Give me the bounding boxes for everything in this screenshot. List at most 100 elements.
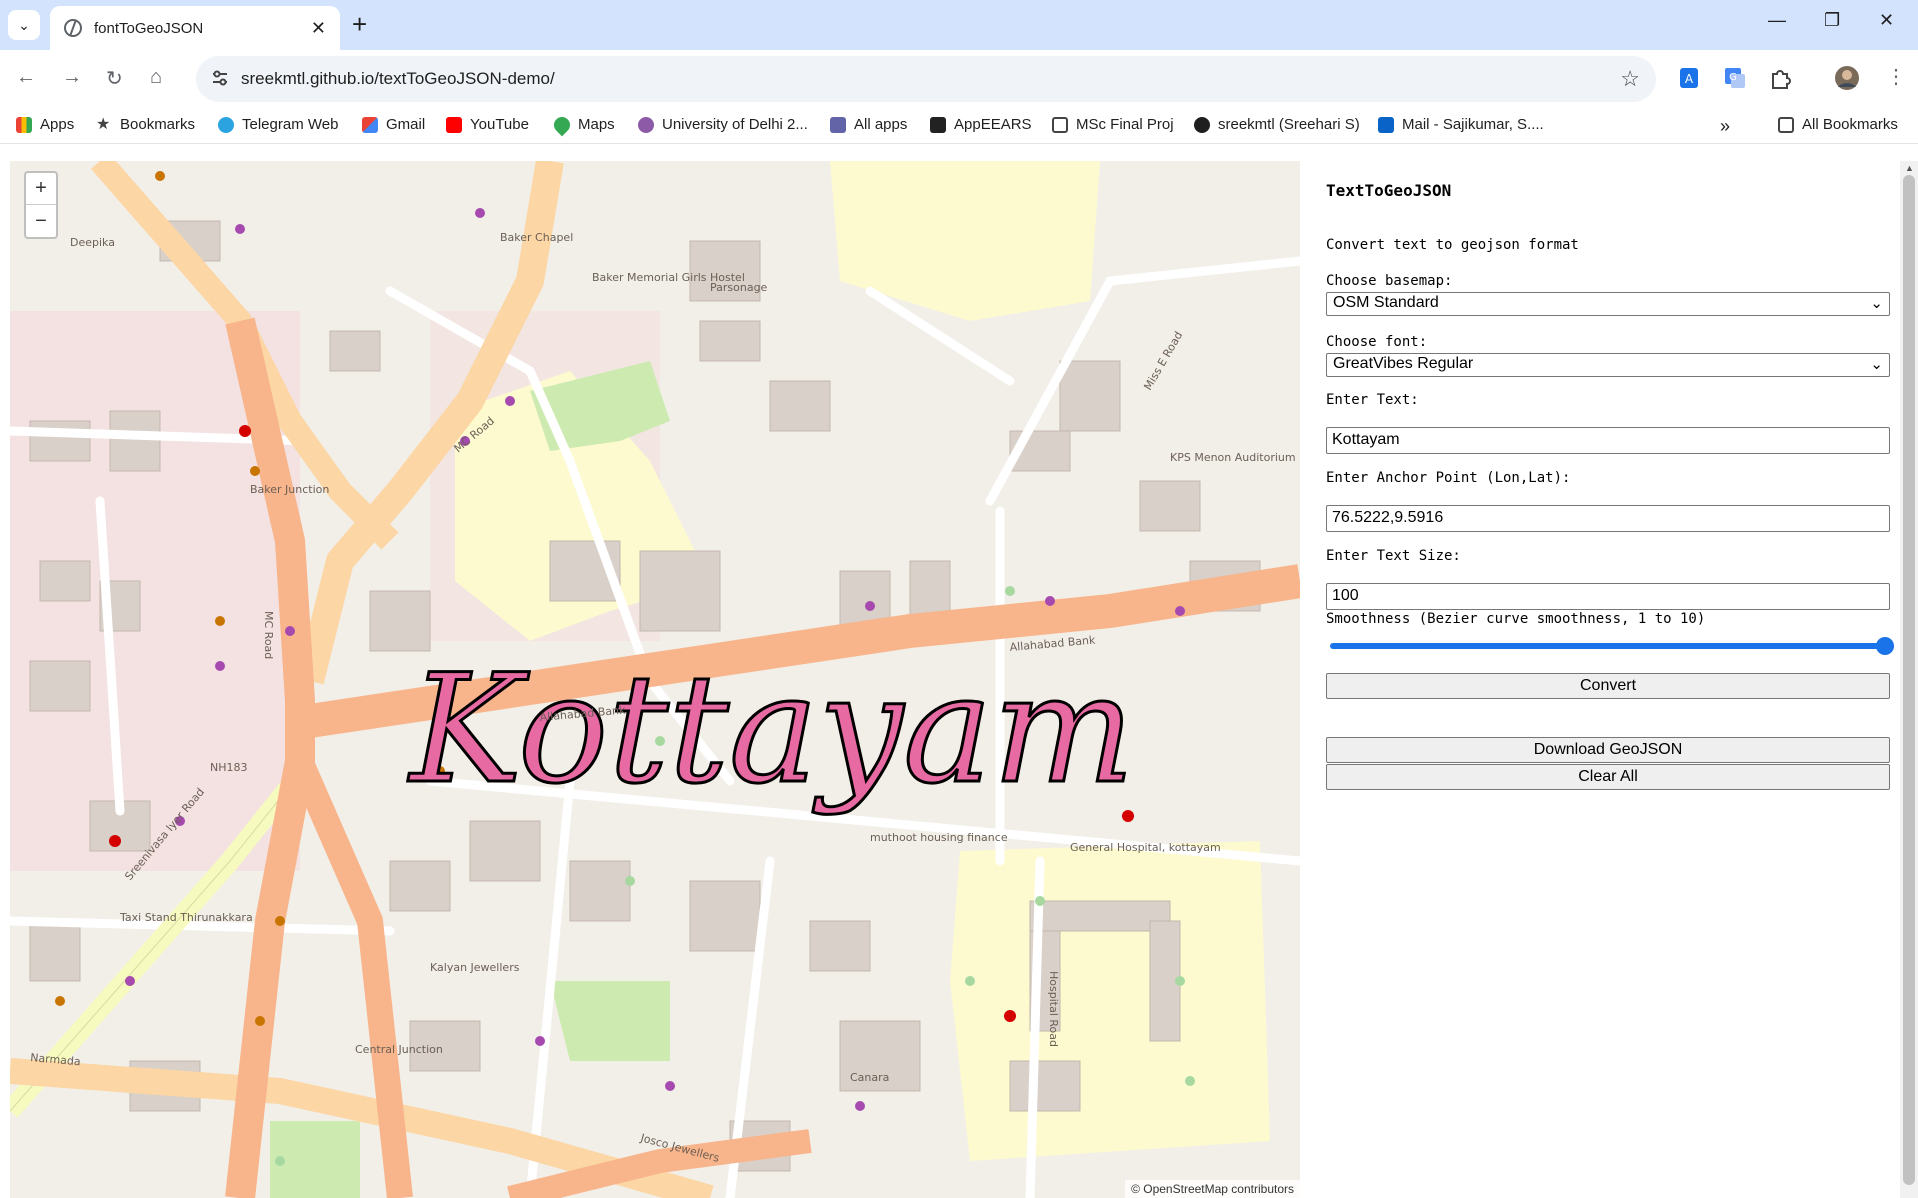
site-info-icon[interactable] bbox=[210, 68, 230, 88]
place-label: Canara bbox=[850, 1071, 889, 1084]
smoothness-label: Smoothness (Bezier curve smoothness, 1 t… bbox=[1326, 611, 1706, 627]
svg-text:G: G bbox=[1729, 72, 1737, 83]
bookmark-label: University of Delhi 2... bbox=[662, 116, 808, 133]
basemap-select[interactable]: OSM Standard ⌄ bbox=[1326, 292, 1890, 316]
bookmark-all-apps[interactable]: All apps bbox=[830, 116, 907, 133]
bookmark-star-icon[interactable]: ☆ bbox=[1620, 66, 1640, 92]
map-view[interactable]: Kottayam MC Road Allahabad Bank Allahaba… bbox=[10, 161, 1300, 1198]
size-input[interactable]: 100 bbox=[1326, 583, 1890, 610]
extension-icon[interactable]: A bbox=[1676, 65, 1702, 91]
bookmark-appeears[interactable]: AppEEARS bbox=[930, 116, 1032, 133]
anchor-input[interactable]: 76.5222,9.5916 bbox=[1326, 505, 1890, 532]
bookmark-university[interactable]: University of Delhi 2... bbox=[638, 116, 808, 133]
forward-icon[interactable]: → bbox=[62, 66, 82, 89]
bookmark-label: Apps bbox=[40, 116, 75, 133]
page-title: TextToGeoJSON bbox=[1326, 181, 1452, 200]
slider-thumb[interactable] bbox=[1876, 637, 1894, 655]
minimize-icon[interactable]: — bbox=[1768, 10, 1786, 31]
reload-icon[interactable]: ↻ bbox=[106, 66, 123, 91]
page-scrollbar[interactable]: ▲ bbox=[1900, 161, 1918, 1198]
maps-pin-icon bbox=[550, 113, 574, 136]
bookmark-label: Telegram Web bbox=[242, 116, 339, 133]
outlook-icon bbox=[1378, 116, 1394, 133]
size-label: Enter Text Size: bbox=[1326, 548, 1461, 564]
bookmark-label: AppEEARS bbox=[954, 116, 1032, 133]
zoom-out-button[interactable]: − bbox=[26, 205, 56, 237]
address-bar[interactable]: sreekmtl.github.io/textToGeoJSON-demo/ ☆ bbox=[196, 56, 1656, 102]
download-geojson-button[interactable]: Download GeoJSON bbox=[1326, 737, 1890, 763]
bookmark-label: Gmail bbox=[386, 116, 426, 133]
bookmark-label: Mail - Sajikumar, S.... bbox=[1402, 116, 1544, 133]
folder-icon bbox=[1778, 116, 1794, 133]
translate-icon[interactable]: G bbox=[1722, 65, 1748, 91]
zoom-in-button[interactable]: + bbox=[26, 173, 56, 205]
extensions-puzzle-icon[interactable] bbox=[1768, 65, 1794, 91]
avatar[interactable] bbox=[1834, 65, 1860, 91]
tab-strip: ⌄ fontToGeoJSON ✕ + — ❐ ✕ bbox=[0, 0, 1918, 50]
bookmark-apps[interactable]: Apps bbox=[16, 116, 74, 133]
place-label: Baker Chapel bbox=[500, 231, 573, 244]
bookmark-label: Bookmarks bbox=[120, 116, 196, 133]
svg-text:A: A bbox=[1685, 72, 1694, 86]
scroll-up-icon[interactable]: ▲ bbox=[1905, 163, 1914, 173]
home-icon[interactable]: ⌂ bbox=[150, 66, 162, 89]
bookmark-youtube[interactable]: YouTube bbox=[446, 116, 529, 133]
basemap[interactable]: Kottayam MC Road Allahabad Bank Allahaba… bbox=[10, 161, 1300, 1198]
bookmark-telegram[interactable]: Telegram Web bbox=[218, 116, 338, 133]
zoom-control: + − bbox=[24, 171, 58, 239]
bookmark-github[interactable]: sreekmtl (Sreehari S) bbox=[1194, 116, 1360, 133]
active-tab[interactable]: fontToGeoJSON ✕ bbox=[50, 6, 340, 50]
road-label: Hospital Road bbox=[1047, 971, 1060, 1047]
text-input[interactable]: Kottayam bbox=[1326, 427, 1890, 454]
bookmark-label: sreekmtl (Sreehari S) bbox=[1218, 116, 1360, 133]
bookmark-label: All Bookmarks bbox=[1802, 116, 1898, 133]
basemap-label: Choose basemap: bbox=[1326, 273, 1453, 289]
font-selected-value: GreatVibes Regular bbox=[1333, 355, 1474, 372]
tab-search-button[interactable]: ⌄ bbox=[8, 10, 40, 40]
place-label: Kalyan Jewellers bbox=[430, 961, 520, 974]
bookmark-label: Maps bbox=[578, 116, 615, 133]
clear-all-button[interactable]: Clear All bbox=[1326, 764, 1890, 790]
place-label: Taxi Stand Thirunakkara bbox=[119, 911, 253, 924]
github-icon bbox=[1194, 116, 1210, 133]
place-label: muthoot housing finance bbox=[870, 831, 1008, 844]
telegram-icon bbox=[218, 116, 234, 133]
folder-icon bbox=[1052, 116, 1068, 133]
more-bookmarks-icon[interactable]: » bbox=[1720, 116, 1730, 137]
convert-button[interactable]: Convert bbox=[1326, 673, 1890, 699]
font-select[interactable]: GreatVibes Regular ⌄ bbox=[1326, 353, 1890, 377]
window-close-icon[interactable]: ✕ bbox=[1879, 10, 1894, 31]
bookmark-msc[interactable]: MSc Final Proj bbox=[1052, 116, 1174, 133]
university-icon bbox=[638, 116, 654, 133]
bookmark-gmail[interactable]: Gmail bbox=[362, 116, 425, 133]
description: Convert text to geojson format bbox=[1326, 237, 1579, 253]
scrollbar-thumb[interactable] bbox=[1903, 175, 1915, 1185]
menu-dots-icon[interactable]: ⋮ bbox=[1886, 64, 1906, 89]
back-icon[interactable]: ← bbox=[16, 66, 36, 89]
place-label: Baker Junction bbox=[250, 483, 329, 496]
text-label: Enter Text: bbox=[1326, 392, 1419, 408]
bookmark-label: YouTube bbox=[470, 116, 529, 133]
map-attribution[interactable]: © OpenStreetMap contributors bbox=[1125, 1180, 1300, 1198]
appeears-icon bbox=[930, 116, 946, 133]
power-apps-icon bbox=[830, 116, 846, 133]
bookmark-maps[interactable]: Maps bbox=[550, 113, 615, 136]
bookmarks-bar: Apps ★ Bookmarks Telegram Web Gmail YouTu… bbox=[0, 108, 1918, 144]
smoothness-slider[interactable] bbox=[1330, 637, 1894, 655]
close-tab-icon[interactable]: ✕ bbox=[311, 18, 326, 39]
all-bookmarks[interactable]: All Bookmarks bbox=[1778, 116, 1898, 133]
slider-track bbox=[1330, 643, 1890, 649]
place-label: General Hospital, kottayam bbox=[1070, 841, 1221, 854]
road-label: MC Road bbox=[262, 611, 275, 659]
chevron-down-icon: ⌄ bbox=[1870, 356, 1883, 373]
place-label: Parsonage bbox=[710, 281, 768, 294]
bookmark-bookmarks[interactable]: ★ Bookmarks bbox=[96, 116, 195, 133]
restore-icon[interactable]: ❐ bbox=[1824, 10, 1840, 31]
bookmark-mail[interactable]: Mail - Sajikumar, S.... bbox=[1378, 116, 1544, 133]
new-tab-button[interactable]: + bbox=[352, 10, 367, 38]
bookmark-label: All apps bbox=[854, 116, 908, 133]
anchor-label: Enter Anchor Point (Lon,Lat): bbox=[1326, 470, 1571, 486]
apps-grid-icon bbox=[16, 116, 32, 133]
road-label: NH183 bbox=[210, 761, 248, 774]
tab-title: fontToGeoJSON bbox=[94, 19, 204, 37]
